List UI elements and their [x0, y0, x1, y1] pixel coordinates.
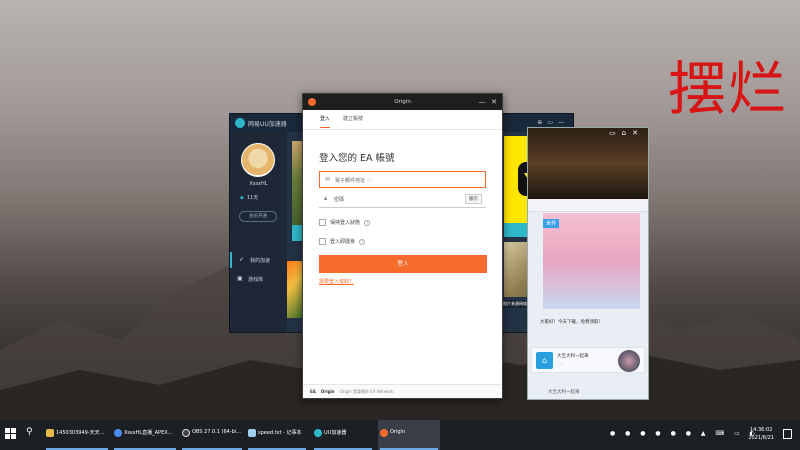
taskbar-item-label: OBS 27.0.1 (64-bi...: [192, 429, 241, 435]
taskbar-item-origin[interactable]: Origin: [378, 420, 440, 450]
chat-tabs[interactable]: [528, 199, 648, 212]
sidebar-item-my-boost[interactable]: ➶ 我的加速: [230, 252, 287, 268]
chat-window-controls[interactable]: ▭⌂✕: [609, 129, 644, 137]
minimize-button[interactable]: —: [476, 94, 488, 110]
desktop-overlay-text: 摆烂: [668, 55, 789, 123]
invisible-checkbox[interactable]: 登入即隱身?: [319, 238, 366, 245]
sidebar-item-label: 游戏库: [248, 277, 264, 283]
uu-logo-icon: [235, 118, 245, 128]
sidebar-item-label: 我的加速: [250, 258, 271, 264]
invisible-label: 登入即隱身: [330, 239, 356, 245]
chat-bottom-bar[interactable]: 大吉大利一起来: [528, 385, 648, 399]
checkbox-box[interactable]: [319, 219, 326, 226]
taskbar: ⚲ 1450303949-天天... XssxHL直播_APEX... OBS …: [0, 420, 800, 450]
ea-logo: EA: [310, 389, 316, 394]
taskbar-item-obs[interactable]: OBS 27.0.1 (64-bi...: [180, 420, 244, 450]
chat-ad-label: 世界: [543, 219, 560, 228]
obs-icon: [182, 429, 190, 437]
page-title: 登入您的 EA 帳號: [319, 153, 395, 164]
gamepad-icon: ▣: [237, 275, 243, 282]
chat-message: 大家好！今天下载，免费领取！: [540, 320, 603, 325]
sidebar-item-game-library[interactable]: ▣ 游戏库: [230, 271, 287, 287]
login-button[interactable]: 登入: [319, 255, 487, 273]
chat-header-image: ▭⌂✕: [528, 128, 648, 199]
diamond-icon: ◆: [240, 195, 244, 201]
chat-card-subtitle: ……: [557, 361, 565, 366]
taskbar-item-folder[interactable]: 1450303949-天天...: [44, 420, 110, 450]
tab-create-account[interactable]: 建立帳號: [343, 115, 363, 127]
rocket-icon: ➶: [239, 256, 245, 263]
origin-tabs: 登入 建立帳號: [303, 110, 502, 130]
avatar[interactable]: [241, 143, 275, 177]
home-icon: ⌂: [536, 352, 553, 369]
taskbar-item-label: Origin: [390, 429, 406, 435]
taskbar-item-label: 1450303949-天天...: [56, 430, 105, 436]
remember-me-checkbox[interactable]: 保持登入狀態?: [319, 219, 371, 226]
lock-icon: 🔒︎: [324, 195, 328, 202]
taskbar-clock[interactable]: 14:36:02 2021/8/21: [748, 426, 774, 442]
uu-vip-status: ◆ 11天: [240, 194, 258, 201]
chat-card[interactable]: ⌂ 大吉大利一起来 ……: [531, 347, 645, 373]
system-tray[interactable]: ● ● ● ● ● ● ▲ ⌨ ▭ ◐: [610, 430, 759, 437]
login-help-link[interactable]: 需要登入協助？: [319, 278, 354, 285]
chat-window[interactable]: ▭⌂✕ 世界 大家好！今天下载，免费领取！ ⌂ 大吉大利一起来 …… 大吉大利一…: [527, 127, 649, 400]
show-password-button[interactable]: 顯示: [465, 194, 482, 204]
uu-title: 网易UU加速器: [248, 121, 287, 128]
footer-text: Origin 是隸屬於 EA Network: [339, 389, 394, 394]
chrome-icon: [114, 429, 122, 437]
email-field[interactable]: ✉ 電子郵件地址 ⓘ: [319, 171, 486, 188]
chat-card-title: 大吉大利一起来: [557, 354, 589, 359]
chat-ad-banner[interactable]: 世界: [543, 213, 640, 309]
help-icon[interactable]: ?: [364, 219, 371, 226]
taskbar-item-notepad[interactable]: speed.txt - 记事本: [246, 420, 308, 450]
chat-card-avatar: [618, 350, 640, 372]
clock-time: 14:36:02: [749, 427, 773, 433]
origin-logo-icon: [308, 98, 316, 106]
origin-footer-logo: Origin: [320, 389, 335, 394]
notepad-icon: [248, 429, 256, 437]
origin-footer: EA Origin Origin 是隸屬於 EA Network: [303, 384, 502, 398]
mail-icon: ✉: [325, 176, 331, 183]
taskbar-item-uu[interactable]: UU加速器: [312, 420, 374, 450]
help-icon[interactable]: ⓘ: [367, 178, 372, 184]
taskbar-item-chrome[interactable]: XssxHL直播_APEX...: [112, 420, 178, 450]
taskbar-item-label: XssxHL直播_APEX...: [124, 430, 173, 436]
email-placeholder: 電子郵件地址: [335, 178, 366, 184]
help-icon[interactable]: ?: [359, 238, 366, 245]
uu-sidebar: XssxHL ◆ 11天 会员开通 ➶ 我的加速 ▣ 游戏库: [230, 132, 287, 332]
uu-icon: [314, 429, 322, 437]
password-placeholder: 密碼: [334, 197, 345, 203]
uu-username: XssxHL: [249, 181, 268, 187]
password-field[interactable]: 🔒︎ 密碼 顯示: [319, 191, 486, 208]
origin-icon: [380, 429, 388, 437]
member-button[interactable]: 会员开通: [239, 211, 277, 222]
clock-date: 2021/8/21: [748, 435, 774, 441]
close-button[interactable]: ✕: [488, 94, 500, 110]
taskbar-item-label: UU加速器: [324, 430, 347, 436]
search-icon[interactable]: ⚲: [26, 427, 33, 437]
origin-titlebar[interactable]: Origin — ✕: [303, 94, 502, 110]
origin-window[interactable]: Origin — ✕ 登入 建立帳號 登入您的 EA 帳號 ✉ 電子郵件地址 ⓘ …: [302, 93, 503, 399]
checkbox-box[interactable]: [319, 238, 326, 245]
uu-vip-days: 11天: [246, 195, 259, 201]
remember-me-label: 保持登入狀態: [330, 220, 361, 226]
start-button[interactable]: [5, 428, 16, 439]
origin-title: Origin: [394, 99, 411, 105]
taskbar-item-label: speed.txt - 记事本: [258, 430, 302, 436]
tab-login[interactable]: 登入: [320, 115, 331, 128]
folder-icon: [46, 429, 54, 437]
uu-window-controls[interactable]: ⊕▭—: [537, 119, 569, 126]
notification-icon[interactable]: [783, 429, 792, 439]
